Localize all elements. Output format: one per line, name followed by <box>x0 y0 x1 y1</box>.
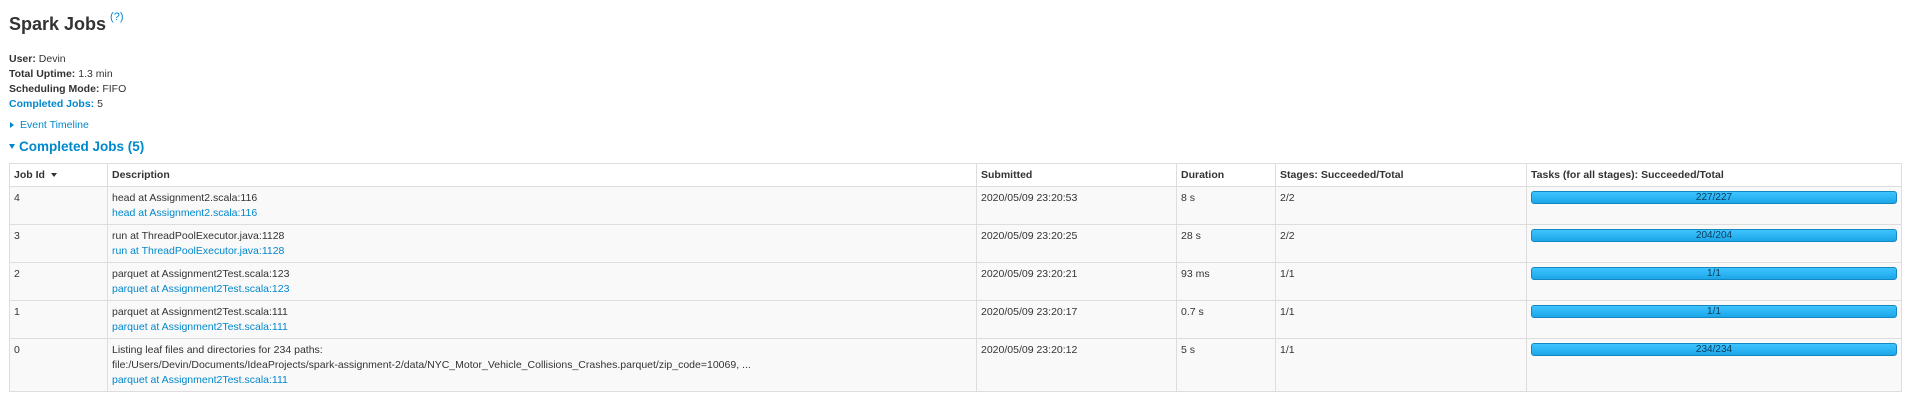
mode-value: FIFO <box>102 83 127 95</box>
col-description-label: Description <box>112 169 170 181</box>
table-row: 4 head at Assignment2.scala:116 head at A… <box>9 186 1902 225</box>
tasks-cell: 227/227 <box>1526 186 1902 225</box>
submitted-cell: 2020/05/09 23:20:25 <box>976 224 1177 263</box>
user-label: User: <box>9 53 36 65</box>
progress-label: 1/1 <box>1707 268 1721 279</box>
description-link[interactable]: parquet at Assignment2Test.scala:123 <box>112 282 972 297</box>
col-submitted[interactable]: Submitted <box>976 163 1177 187</box>
progress-label: 204/204 <box>1695 230 1733 241</box>
submitted-cell: 2020/05/09 23:20:12 <box>976 338 1177 392</box>
duration-cell: 28 s <box>1176 224 1276 263</box>
arrow-right-icon <box>10 122 14 128</box>
submitted-cell: 2020/05/09 23:20:17 <box>976 300 1177 339</box>
job-id-cell: 3 <box>9 224 108 263</box>
completed-jobs-heading: Completed Jobs (5) <box>19 139 145 154</box>
job-id-cell: 1 <box>9 300 108 339</box>
description-cell: parquet at Assignment2Test.scala:123 parq… <box>107 262 977 301</box>
event-timeline-toggle[interactable]: Event Timeline <box>10 119 89 131</box>
description-text: head at Assignment2.scala:116 <box>112 192 258 204</box>
progress-label: 234/234 <box>1695 344 1733 355</box>
summary-mode: Scheduling Mode: FIFO <box>9 82 126 97</box>
user-value: Devin <box>38 53 66 65</box>
completed-jobs-link[interactable]: Completed Jobs: <box>9 98 94 110</box>
event-timeline-label: Event Timeline <box>20 119 89 131</box>
summary-completed: Completed Jobs: 5 <box>9 97 126 112</box>
table-row: 2 parquet at Assignment2Test.scala:123 pa… <box>9 262 1902 301</box>
description-text: run at ThreadPoolExecutor.java:1128 <box>112 230 285 242</box>
col-submitted-label: Submitted <box>981 169 1033 181</box>
help-link[interactable]: (?) <box>110 11 123 23</box>
uptime-label: Total Uptime: <box>9 68 76 80</box>
tasks-cell: 204/204 <box>1526 224 1902 263</box>
job-id-cell: 2 <box>9 262 108 301</box>
col-duration-label: Duration <box>1181 169 1225 181</box>
job-id-cell: 4 <box>9 186 108 225</box>
title-row: Spark Jobs (?) <box>9 11 124 35</box>
progress-bar: 227/227 <box>1531 191 1897 204</box>
stages-cell: 1/1 <box>1275 300 1527 339</box>
progress-bar: 234/234 <box>1531 343 1897 356</box>
progress-label: 1/1 <box>1707 306 1721 317</box>
col-stages-label: Stages: Succeeded/Total <box>1280 169 1404 181</box>
summary-user: User: Devin <box>9 52 126 67</box>
description-cell: head at Assignment2.scala:116 head at Ass… <box>107 186 977 225</box>
col-tasks-label: Tasks (for all stages): Succeeded/Total <box>1531 169 1724 181</box>
summary-list: User: Devin Total Uptime: 1.3 min Schedu… <box>9 52 126 112</box>
description-cell: run at ThreadPoolExecutor.java:1128 run a… <box>107 224 977 263</box>
description-cell: parquet at Assignment2Test.scala:111 parq… <box>107 300 977 339</box>
summary-uptime: Total Uptime: 1.3 min <box>9 67 126 82</box>
description-link[interactable]: parquet at Assignment2Test.scala:111 <box>112 320 972 335</box>
submitted-cell: 2020/05/09 23:20:53 <box>976 186 1177 225</box>
description-link[interactable]: parquet at Assignment2Test.scala:111 <box>112 373 972 388</box>
progress-label: 227/227 <box>1695 192 1733 203</box>
col-duration[interactable]: Duration <box>1176 163 1276 187</box>
col-stages[interactable]: Stages: Succeeded/Total <box>1275 163 1527 187</box>
duration-cell: 8 s <box>1176 186 1276 225</box>
tasks-cell: 1/1 <box>1526 300 1902 339</box>
duration-cell: 0.7 s <box>1176 300 1276 339</box>
tasks-cell: 234/234 <box>1526 338 1902 392</box>
description-detail-text: file:/Users/Devin/Documents/IdeaProjects… <box>112 359 751 371</box>
progress-bar: 1/1 <box>1531 305 1897 318</box>
duration-cell: 93 ms <box>1176 262 1276 301</box>
stages-cell: 2/2 <box>1275 186 1527 225</box>
uptime-value: 1.3 min <box>78 68 113 80</box>
col-job-id[interactable]: Job Id <box>9 163 108 187</box>
table-header-row: Job Id Description Submitted Duration St… <box>9 163 1902 187</box>
progress-bar: 1/1 <box>1531 267 1897 280</box>
jobs-table: Job Id Description Submitted Duration St… <box>9 163 1902 392</box>
tasks-cell: 1/1 <box>1526 262 1902 301</box>
description-text: parquet at Assignment2Test.scala:123 <box>112 268 290 280</box>
page-title: Spark Jobs <box>9 14 107 34</box>
job-id-cell: 0 <box>9 338 108 392</box>
description-link[interactable]: run at ThreadPoolExecutor.java:1128 <box>112 244 972 259</box>
description-cell: Listing leaf files and directories for 2… <box>107 338 977 392</box>
table-row: 1 parquet at Assignment2Test.scala:111 pa… <box>9 300 1902 339</box>
mode-label: Scheduling Mode: <box>9 83 100 95</box>
table-row: 3 run at ThreadPoolExecutor.java:1128 run… <box>9 224 1902 263</box>
description-text: parquet at Assignment2Test.scala:111 <box>112 306 288 318</box>
description-link[interactable]: head at Assignment2.scala:116 <box>112 206 972 221</box>
duration-cell: 5 s <box>1176 338 1276 392</box>
arrow-down-icon <box>9 144 15 149</box>
sort-desc-icon <box>50 173 57 178</box>
description-text: Listing leaf files and directories for 2… <box>112 344 323 356</box>
col-tasks[interactable]: Tasks (for all stages): Succeeded/Total <box>1526 163 1902 187</box>
stages-cell: 1/1 <box>1275 338 1527 392</box>
stages-cell: 1/1 <box>1275 262 1527 301</box>
completed-value: 5 <box>97 98 103 110</box>
stages-cell: 2/2 <box>1275 224 1527 263</box>
col-job-id-label: Job Id <box>14 169 45 181</box>
col-description[interactable]: Description <box>107 163 977 187</box>
progress-bar: 204/204 <box>1531 229 1897 242</box>
completed-jobs-section-toggle[interactable]: Completed Jobs (5) <box>9 139 144 154</box>
submitted-cell: 2020/05/09 23:20:21 <box>976 262 1177 301</box>
table-row: 0 Listing leaf files and directories for… <box>9 338 1902 392</box>
